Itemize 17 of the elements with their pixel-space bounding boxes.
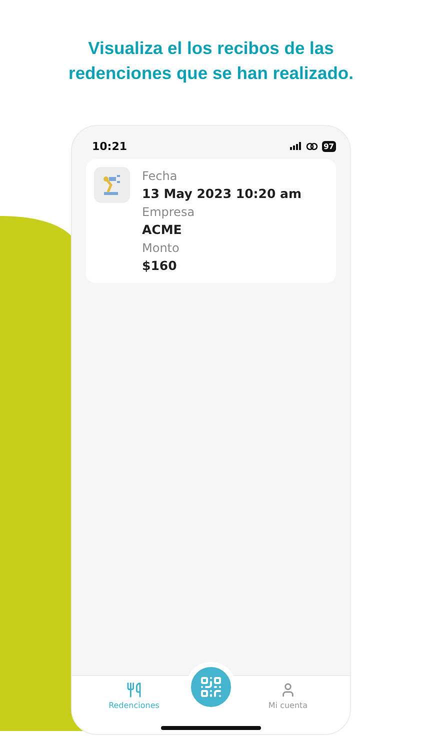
field-label: Empresa	[142, 204, 196, 221]
field-value: 13 May 2023 10:20 am	[142, 185, 302, 203]
link-icon	[306, 142, 318, 150]
person-icon	[280, 682, 296, 698]
robot-arm-icon	[94, 167, 130, 203]
field-value: $160	[142, 257, 178, 275]
field-label: Fecha	[142, 168, 178, 185]
fork-knife-icon	[126, 682, 142, 698]
field-label: Monto	[142, 240, 180, 257]
receipt-card[interactable]: Fecha 13 May 2023 10:20 am Empresa ACME Monto $160	[86, 159, 336, 283]
headline: Visualiza el los recibos de las redenciones que se han realizado.	[68, 37, 354, 85]
status-time: 10:21	[92, 140, 128, 152]
qr-code-icon	[199, 675, 223, 699]
tab[interactable]: Redenciones	[94, 676, 174, 734]
tab[interactable]: Mi cuenta	[248, 676, 328, 734]
field-value: ACME	[142, 221, 183, 239]
signal-icon	[290, 142, 302, 150]
